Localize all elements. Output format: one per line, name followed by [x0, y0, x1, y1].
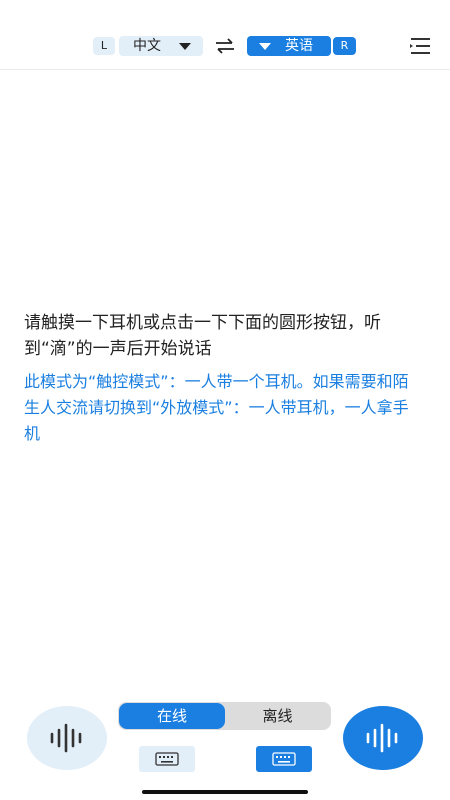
left-mic-button[interactable]	[27, 706, 107, 770]
left-channel-badge: L	[93, 37, 115, 55]
target-language-select[interactable]: 英语	[247, 36, 331, 56]
right-keyboard-button[interactable]	[256, 746, 312, 772]
caret-down-icon	[259, 43, 271, 50]
waveform-icon	[50, 723, 82, 753]
online-offline-toggle[interactable]: 在线 离线	[118, 702, 331, 730]
offline-mode-tab[interactable]: 离线	[225, 703, 330, 729]
swap-arrows-icon[interactable]	[214, 37, 236, 55]
home-indicator	[142, 790, 308, 794]
top-bar: L 中文 英语 R	[0, 0, 450, 70]
mode-hint-text: 此模式为“触控模式”：一人带一个耳机。如果需要和陌生人交流请切换到“外放模式”：…	[24, 372, 409, 443]
left-keyboard-button[interactable]	[139, 746, 195, 772]
right-mic-button[interactable]	[343, 706, 423, 770]
waveform-icon	[366, 723, 398, 753]
caret-down-icon	[179, 43, 191, 50]
instruction-text: 请触摸一下耳机或点击一下下面的圆形按钮，听到“滴”的一声后开始说话	[24, 313, 381, 359]
source-language-select[interactable]: 中文	[119, 36, 203, 56]
menu-icon[interactable]	[408, 36, 432, 56]
right-channel-badge: R	[333, 37, 356, 55]
target-language-label: 英语	[285, 38, 313, 54]
online-mode-tab[interactable]: 在线	[119, 703, 225, 729]
keyboard-icon	[272, 752, 296, 766]
keyboard-icon	[155, 752, 179, 766]
source-language-label: 中文	[133, 38, 161, 54]
